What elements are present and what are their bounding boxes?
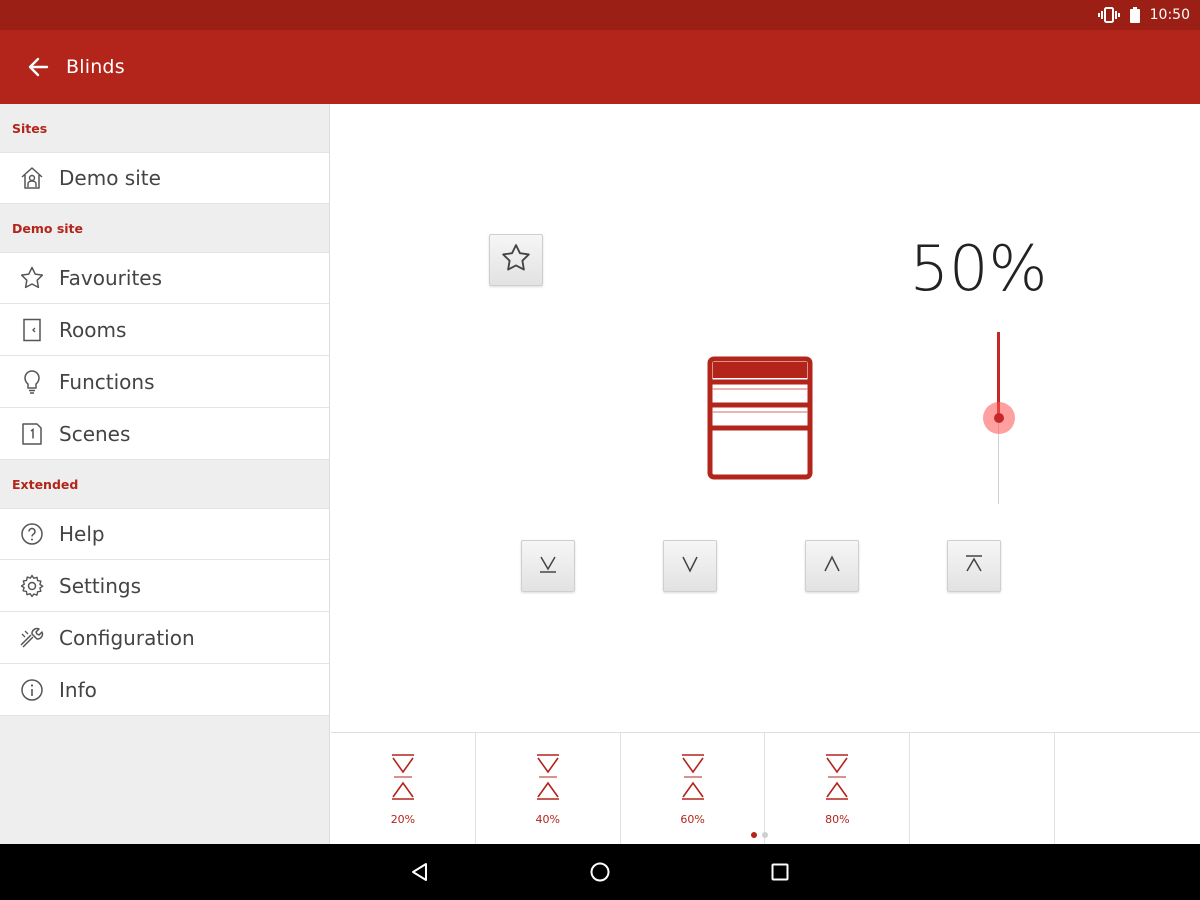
section-header-sites: Sites [12, 120, 48, 136]
chevron-down-icon [679, 553, 701, 579]
clock: 10:50 [1149, 7, 1190, 23]
preset-60[interactable]: 60% [621, 733, 766, 845]
up-button[interactable] [805, 540, 859, 592]
page-title: Blinds [66, 56, 125, 78]
page-dot [762, 832, 768, 838]
fully-down-button[interactable] [521, 540, 575, 592]
drawer-item-label: Settings [59, 573, 142, 598]
slider-thumb[interactable] [994, 413, 1004, 423]
preset-label: 80% [825, 813, 850, 826]
drawer-item-settings[interactable]: Settings [0, 560, 329, 612]
preset-position-icon [680, 753, 706, 805]
drawer-item-rooms[interactable]: Rooms [0, 304, 329, 356]
add-favourite-button[interactable] [489, 234, 543, 286]
blind-icon [707, 356, 813, 484]
drawer-item-functions[interactable]: Functions [0, 356, 329, 408]
drawer-item-label: Info [59, 677, 97, 702]
back-arrow-icon[interactable] [24, 53, 52, 81]
back-triangle-icon[interactable] [405, 857, 435, 887]
drawer-item-help[interactable]: Help [0, 508, 329, 560]
preset-20[interactable]: 20% [331, 733, 476, 845]
preset-position-icon [535, 753, 561, 805]
drawer-item-label: Rooms [59, 317, 127, 342]
chevron-up-icon [821, 553, 843, 579]
drawer-item-configuration[interactable]: Configuration [0, 612, 329, 664]
page-indicator [751, 832, 768, 838]
drawer-item-label: Favourites [59, 266, 163, 290]
scene-icon [18, 420, 46, 448]
section-header-demo-site: Demo site [12, 220, 83, 236]
drawer-item-label: Help [59, 522, 105, 546]
door-icon [18, 316, 46, 344]
position-percentage: 50% [909, 232, 1048, 305]
recents-square-icon[interactable] [765, 857, 795, 887]
preset-label: 20% [390, 813, 416, 826]
preset-position-icon [824, 753, 850, 805]
drawer-item-label: Demo site [59, 166, 161, 190]
status-bar: 10:50 [0, 0, 1200, 30]
down-button[interactable] [663, 540, 717, 592]
position-slider[interactable] [983, 332, 1015, 504]
preset-40[interactable]: 40% [476, 733, 621, 845]
drawer-item-scenes[interactable]: Scenes [0, 408, 329, 460]
arrow-up-bar-icon [963, 553, 985, 579]
arrow-down-bar-icon [537, 553, 559, 579]
star-icon [18, 264, 46, 292]
battery-icon [1129, 7, 1140, 23]
drawer-item-demo-site[interactable]: Demo site [0, 152, 329, 204]
vibrate-icon [1097, 7, 1120, 23]
blind-control-panel: 50% 20% 40% 60% 80% [331, 104, 1200, 845]
drawer-item-label: Configuration [59, 625, 195, 650]
drawer-item-label: Functions [59, 369, 155, 394]
fully-up-button[interactable] [947, 540, 1001, 592]
preset-80[interactable]: 80% [765, 733, 911, 845]
house-icon [18, 164, 46, 192]
preset-label: 60% [680, 813, 705, 826]
help-icon [18, 520, 46, 548]
system-nav-bar [0, 844, 1200, 900]
drawer-item-label: Scenes [59, 421, 131, 446]
bulb-icon [18, 368, 46, 396]
wrench-icon [18, 624, 46, 652]
preset-strip: 20% 40% 60% 80% [331, 732, 1200, 845]
info-icon [18, 676, 46, 704]
navigation-drawer: Sites Demo site Demo site Favourites Roo… [0, 104, 330, 844]
preset-position-icon [390, 753, 416, 805]
preset-empty-slot[interactable] [910, 733, 1056, 845]
gear-icon [18, 572, 46, 600]
preset-label: 40% [535, 813, 560, 826]
drawer-item-favourites[interactable]: Favourites [0, 252, 329, 304]
preset-empty-slot[interactable] [1055, 733, 1200, 845]
drawer-item-info[interactable]: Info [0, 664, 329, 716]
home-circle-icon[interactable] [585, 857, 615, 887]
star-icon [500, 242, 532, 278]
page-dot-active [751, 832, 757, 838]
section-header-extended: Extended [12, 476, 79, 492]
app-bar: Blinds [0, 30, 1200, 104]
